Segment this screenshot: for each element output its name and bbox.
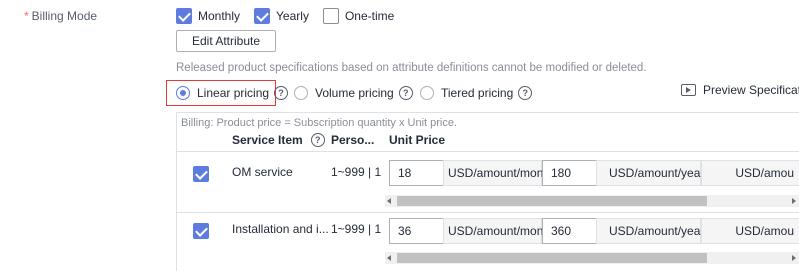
header-unit-price: Unit Price	[389, 133, 445, 147]
monthly-price-input[interactable]: 18	[389, 160, 444, 186]
one-time-label: One-time	[344, 9, 395, 23]
preview-specifications-label: Preview Specifications	[703, 83, 799, 97]
header-person: Perso...	[331, 133, 374, 147]
tiered-pricing-radio[interactable]	[420, 86, 434, 100]
pricing-table: Billing: Product price = Subscription qu…	[176, 112, 799, 271]
monthly-price-input[interactable]: 36	[389, 218, 444, 244]
header-divider	[177, 151, 799, 152]
range-cell: 1~999 | 1	[331, 222, 382, 236]
tiered-pricing-option[interactable]: Tiered pricing ?	[420, 83, 533, 103]
row-horizontal-scrollbar[interactable]	[385, 195, 799, 207]
billing-formula-note: Billing: Product price = Subscription qu…	[181, 117, 458, 129]
scroll-right-arrow-icon[interactable]	[792, 198, 796, 204]
service-item-cell: Installation and i...	[232, 222, 329, 236]
header-unit-price-label: Unit Price	[389, 133, 446, 147]
range-cell: 1~999 | 1	[331, 165, 382, 179]
scroll-right-arrow-icon[interactable]	[792, 255, 796, 261]
tiered-pricing-help-icon[interactable]: ?	[518, 86, 533, 100]
row-checkbox[interactable]	[193, 223, 209, 239]
monthly-unit-cell: USD/amount/month	[443, 218, 553, 244]
volume-pricing-label: Volume pricing	[315, 86, 394, 100]
yearly-checkbox[interactable]	[254, 8, 271, 24]
monthly-checkbox[interactable]	[176, 8, 192, 24]
billing-mode-one-time[interactable]: One-time	[322, 8, 395, 24]
preview-specifications-link[interactable]: Preview Specifications	[681, 83, 799, 97]
header-service-item-label: Service Item	[232, 133, 303, 147]
one-time-checkbox[interactable]	[322, 8, 339, 24]
required-mark: *	[24, 9, 29, 23]
billing-mode-label-text: Billing Mode	[31, 9, 98, 23]
pricing-options: Linear pricing ? Volume pricing ? Tiered…	[166, 80, 799, 106]
row-divider	[177, 212, 799, 213]
attribute-hint: Released product specifications based on…	[176, 62, 647, 74]
yearly-unit-cell: USD/amount/year	[596, 218, 704, 244]
volume-pricing-help-icon[interactable]: ?	[398, 86, 413, 100]
header-person-label: Perso...	[331, 133, 375, 147]
row-checkbox[interactable]	[193, 166, 209, 182]
extra-unit-cell: USD/amou	[701, 160, 799, 186]
billing-mode-yearly[interactable]: Yearly	[254, 8, 309, 24]
yearly-label: Yearly	[276, 9, 309, 23]
header-service-item: Service Item ?	[232, 133, 325, 147]
scroll-left-arrow-icon[interactable]	[387, 198, 391, 204]
service-item-cell: OM service	[232, 165, 293, 179]
tiered-pricing-label: Tiered pricing	[441, 86, 514, 100]
monthly-label: Monthly	[198, 9, 241, 23]
row-horizontal-scrollbar[interactable]	[385, 252, 799, 264]
billing-mode-options: Monthly Yearly One-time	[176, 8, 408, 24]
billing-mode-monthly[interactable]: Monthly	[176, 8, 240, 24]
extra-unit-cell: USD/amou	[701, 218, 799, 244]
linear-pricing-radio[interactable]	[176, 86, 190, 100]
scroll-thumb[interactable]	[397, 196, 707, 206]
volume-pricing-radio[interactable]	[294, 86, 308, 100]
preview-icon	[681, 84, 696, 96]
scroll-thumb[interactable]	[397, 253, 707, 263]
volume-pricing-option[interactable]: Volume pricing ?	[294, 83, 413, 103]
linear-pricing-label: Linear pricing	[197, 86, 270, 100]
scroll-left-arrow-icon[interactable]	[387, 255, 391, 261]
linear-pricing-option[interactable]: Linear pricing ?	[176, 83, 289, 103]
service-item-help-icon[interactable]: ?	[310, 133, 325, 147]
edit-attribute-button[interactable]: Edit Attribute	[176, 30, 276, 52]
yearly-price-input[interactable]: 360	[542, 218, 597, 244]
billing-mode-label: * Billing Mode	[24, 9, 97, 23]
linear-pricing-help-icon[interactable]: ?	[274, 86, 289, 100]
yearly-unit-cell: USD/amount/year	[596, 160, 704, 186]
monthly-unit-cell: USD/amount/month	[443, 160, 553, 186]
yearly-price-input[interactable]: 180	[542, 160, 597, 186]
